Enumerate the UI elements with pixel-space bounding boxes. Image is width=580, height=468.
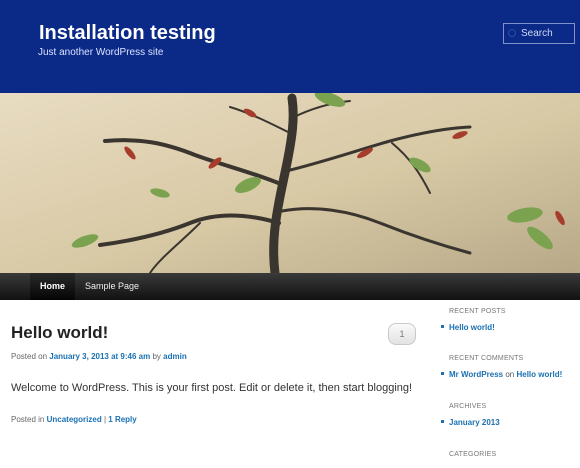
nav-item-home[interactable]: Home: [30, 273, 76, 300]
comment-post-link[interactable]: Hello world!: [516, 370, 562, 379]
recent-comment-item: Mr WordPress on Hello world!: [441, 370, 562, 379]
site-tagline: Just another WordPress site: [38, 47, 164, 58]
bullet-icon: [441, 372, 444, 375]
comment-count-bubble[interactable]: 1: [388, 323, 416, 345]
site-header: Installation testing Just another WordPr…: [0, 0, 580, 93]
main-navigation: Home Sample Page: [0, 273, 580, 300]
archive-link[interactable]: January 2013: [449, 418, 500, 427]
comment-author-link[interactable]: Mr WordPress: [449, 370, 503, 379]
archive-item: January 2013: [441, 418, 500, 427]
reply-link[interactable]: 1 Reply: [108, 415, 136, 424]
widget-title-recent-comments: RECENT COMMENTS: [449, 355, 524, 362]
search-icon: [508, 29, 516, 37]
widget-title-categories: CATEGORIES: [449, 451, 497, 458]
recent-post-link[interactable]: Hello world!: [449, 323, 495, 332]
nav-item-sample-page[interactable]: Sample Page: [75, 273, 149, 300]
widget-title-archives: ARCHIVES: [449, 403, 487, 410]
meta-posted-on-label: Posted on: [11, 352, 48, 361]
comment-on-label: on: [505, 370, 515, 379]
recent-post-item: Hello world!: [441, 323, 495, 332]
post-meta: Posted on January 3, 2013 at 9:46 am by …: [11, 352, 187, 361]
meta-by-label: by: [152, 352, 161, 361]
header-banner-image: [0, 93, 580, 273]
post-author-link[interactable]: admin: [163, 352, 187, 361]
widget-title-recent-posts: RECENT POSTS: [449, 308, 506, 315]
post-date-link[interactable]: January 3, 2013 at 9:46 am: [49, 352, 150, 361]
post-footer: Posted in Uncategorized | 1 Reply: [11, 415, 137, 424]
posted-in-label: Posted in: [11, 415, 45, 424]
sidebar: RECENT POSTS Hello world! RECENT COMMENT…: [441, 300, 580, 468]
post-title[interactable]: Hello world!: [11, 323, 108, 343]
category-link[interactable]: Uncategorized: [47, 415, 102, 424]
footer-separator: |: [103, 415, 107, 424]
bullet-icon: [441, 325, 444, 328]
content-area: Hello world! 1 Posted on January 3, 2013…: [0, 300, 580, 468]
bullet-icon: [441, 420, 444, 423]
post-content: Welcome to WordPress. This is your first…: [11, 382, 413, 394]
site-title[interactable]: Installation testing: [39, 22, 216, 45]
